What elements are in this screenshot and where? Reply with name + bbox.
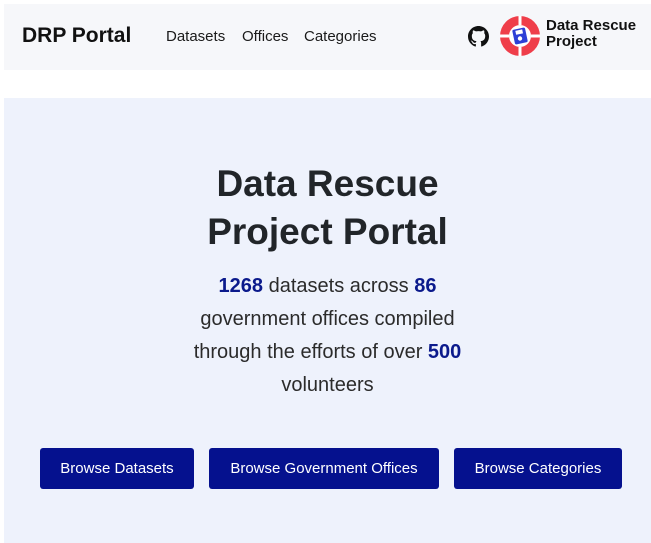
browse-datasets-button[interactable]: Browse Datasets	[40, 448, 194, 489]
hero-title: Data Rescue Project Portal	[4, 160, 651, 256]
brand-link[interactable]: DRP Portal	[22, 24, 131, 48]
hero-line-3: through the efforts of over 500	[4, 336, 651, 369]
hero-line-2: government offices compiled	[200, 308, 455, 330]
navbar: DRP Portal Datasets Offices Categories D…	[4, 4, 651, 70]
data-rescue-project-logo[interactable]	[498, 14, 542, 58]
org-name-line2: Project	[546, 33, 597, 50]
hero-title-line1: Data Rescue	[216, 163, 439, 204]
org-name-line1: Data Rescue	[546, 17, 637, 34]
hero-text-c: through the efforts of over	[193, 341, 428, 363]
hero-description: 1268 datasets across 86 government offic…	[4, 270, 651, 402]
hero-title-line2: Project Portal	[207, 211, 448, 252]
hero-line-1: 1268 datasets across 86	[4, 270, 651, 303]
org-name[interactable]: Data Rescue Project	[546, 18, 636, 50]
nav-link-offices[interactable]: Offices	[242, 28, 288, 46]
offices-count: 86	[414, 275, 437, 297]
hero-section: Data Rescue Project Portal 1268 datasets…	[4, 98, 651, 543]
hero-text-a: datasets across	[263, 275, 415, 297]
datasets-count: 1268	[218, 275, 264, 297]
browse-categories-button[interactable]: Browse Categories	[454, 448, 622, 489]
nav-link-datasets[interactable]: Datasets	[166, 28, 225, 46]
github-icon[interactable]	[468, 26, 489, 47]
nav-link-categories[interactable]: Categories	[304, 28, 377, 46]
browse-offices-button[interactable]: Browse Government Offices	[209, 448, 439, 489]
hero-line-4: volunteers	[281, 374, 374, 396]
volunteers-count: 500	[427, 341, 462, 363]
